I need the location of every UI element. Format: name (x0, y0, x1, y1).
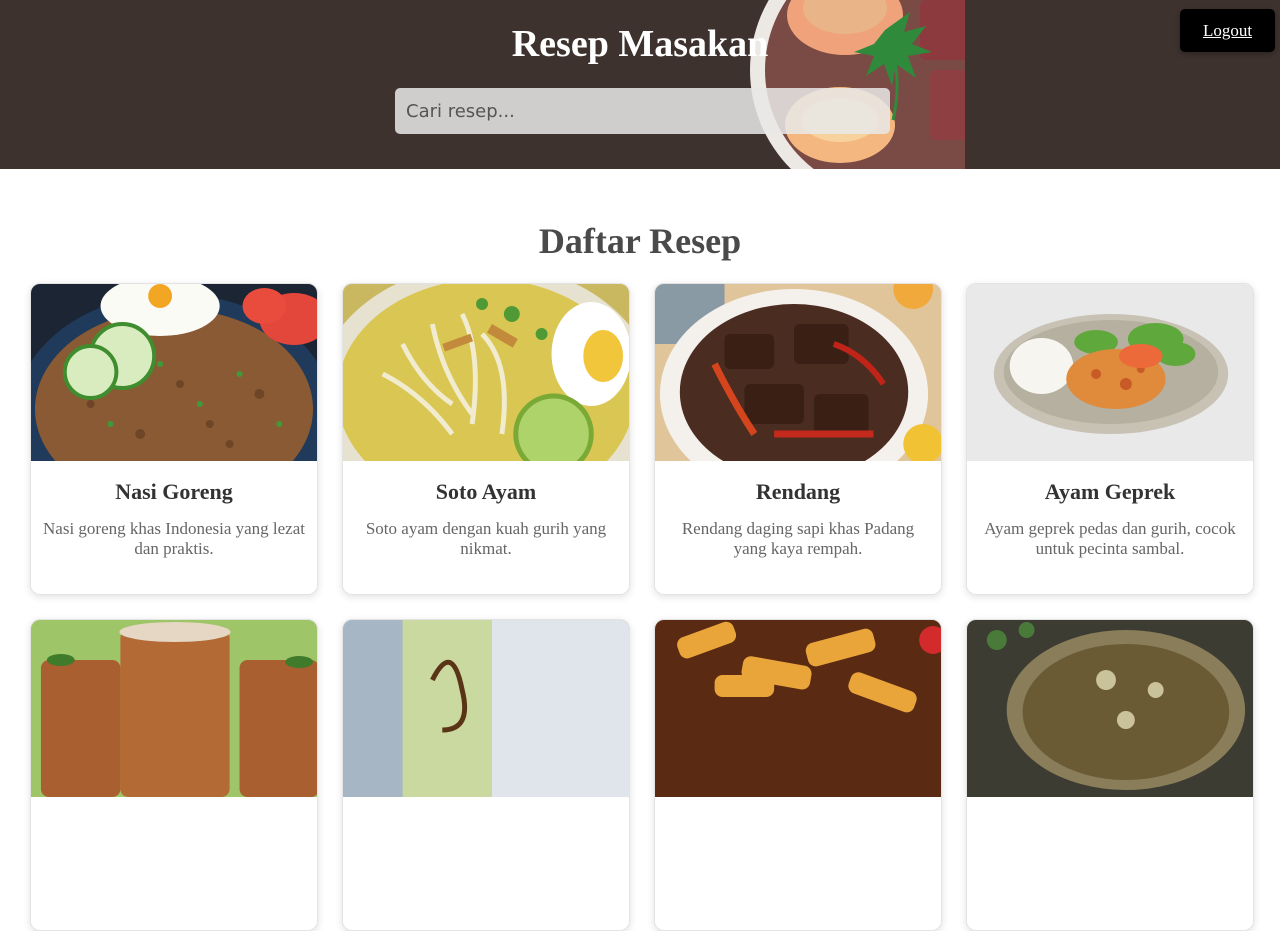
soto-ayam-image (343, 284, 629, 461)
card-description: Rendang daging sapi khas Padang yang kay… (681, 519, 915, 558)
card-title: Ayam Geprek (1044, 479, 1176, 504)
search-input[interactable] (395, 88, 890, 134)
card-title: Rendang (755, 479, 841, 504)
header-banner: Resep Masakan (0, 0, 1280, 169)
recipe-card-6[interactable] (342, 619, 630, 931)
recipe-card-rendang[interactable]: Rendang Rendang daging sapi khas Padang … (654, 283, 942, 595)
ayam-geprek-image (967, 284, 1253, 461)
drink-glass-image (343, 620, 629, 797)
page-title: Resep Masakan (511, 23, 769, 65)
recipe-card-ayam-geprek[interactable]: Ayam Geprek Ayam geprek pedas dan gurih,… (966, 283, 1254, 595)
recipe-card-soto-ayam[interactable]: Soto Ayam Soto ayam dengan kuah gurih ya… (342, 283, 630, 595)
card-description: Nasi goreng khas Indonesia yang lezat da… (43, 519, 305, 558)
recipe-grid: Nasi Goreng Nasi goreng khas Indonesia y… (30, 283, 1254, 931)
recipe-card-8[interactable] (966, 619, 1254, 931)
stew-bowl-image (967, 620, 1253, 797)
recipe-card-nasi-goreng[interactable]: Nasi Goreng Nasi goreng khas Indonesia y… (30, 283, 318, 595)
section-title: Daftar Resep (538, 221, 742, 261)
recipe-card-7[interactable] (654, 619, 942, 931)
card-description: Soto ayam dengan kuah gurih yang nikmat. (365, 519, 607, 558)
fries-image (655, 620, 941, 797)
iced-tea-image (31, 620, 317, 797)
recipe-card-5[interactable] (30, 619, 318, 931)
card-title: Nasi Goreng (115, 479, 233, 504)
card-title: Soto Ayam (435, 479, 537, 504)
rendang-image (655, 284, 941, 461)
nasi-goreng-image (31, 284, 317, 461)
logout-button[interactable]: Logout (1180, 9, 1275, 52)
card-description: Ayam geprek pedas dan gurih, cocok untuk… (984, 519, 1236, 558)
